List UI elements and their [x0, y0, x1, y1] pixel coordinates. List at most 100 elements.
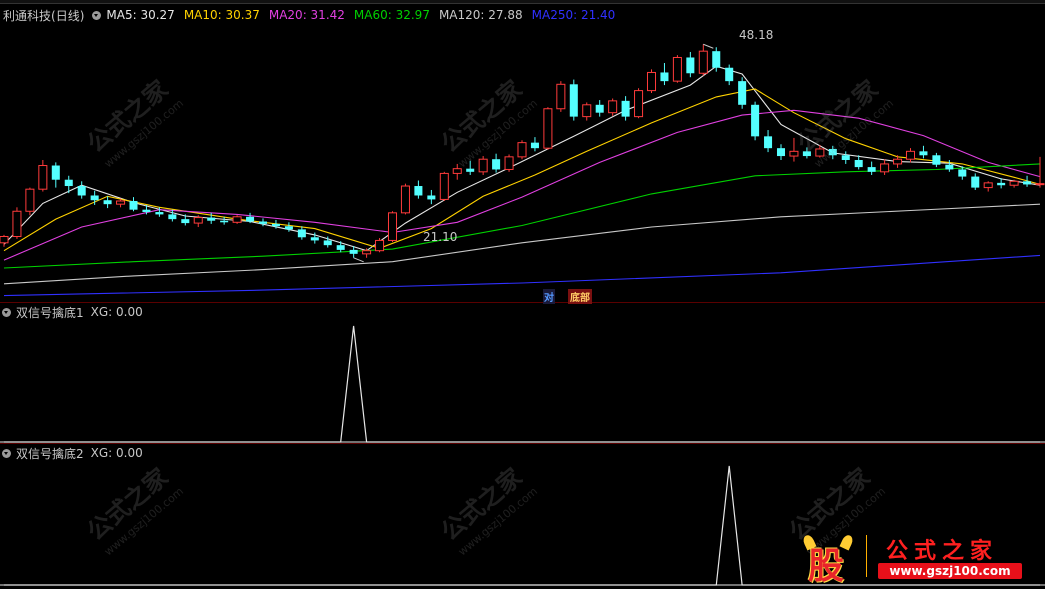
site-logo: 股 公式之家 www.gszj100.com: [801, 529, 1030, 587]
candlestick: [232, 215, 242, 224]
candlestick: [129, 197, 138, 212]
stock-name[interactable]: 利通科技: [3, 7, 51, 24]
candle-body: [919, 151, 928, 156]
candle-body: [1009, 180, 1019, 186]
candle-body: [297, 229, 306, 238]
indicator-2-value: XG: 0.00: [90, 446, 143, 460]
candlestick: [751, 101, 760, 141]
candle-body: [38, 165, 48, 190]
candlestick: [867, 161, 876, 175]
candle-body: [971, 176, 980, 188]
candle-body: [0, 235, 9, 244]
candlestick: [51, 162, 60, 188]
candle-body: [387, 212, 398, 241]
candle-body: [246, 216, 255, 222]
candle-body: [452, 168, 462, 174]
candlestick: [582, 102, 592, 121]
candle-body: [867, 167, 876, 172]
indicator-1-name[interactable]: 双信号擒底1: [16, 304, 84, 321]
candle-body: [646, 71, 657, 92]
candlestick: [880, 159, 890, 175]
candle-body: [880, 163, 890, 173]
candlestick: [478, 156, 488, 175]
candlestick: [530, 137, 539, 152]
indicator-panel-1-header: 双信号擒底1 XG: 0.00: [0, 303, 143, 321]
candle-body: [621, 100, 630, 117]
candle-body: [543, 108, 553, 149]
candlestick: [634, 88, 644, 119]
candlestick: [1023, 175, 1032, 187]
candle-body: [764, 136, 773, 149]
candle-body: [103, 200, 112, 205]
candle-body: [854, 160, 863, 168]
logo-url[interactable]: www.gszj100.com: [878, 563, 1022, 579]
signal-tag-2[interactable]: 底部: [568, 289, 592, 304]
candlestick: [764, 130, 773, 153]
candle-body: [362, 250, 372, 255]
candle-body: [155, 212, 164, 215]
candlestick: [854, 155, 863, 170]
candle-body: [698, 50, 708, 74]
ma60-label: MA60: 32.97: [353, 8, 430, 22]
candle-body: [893, 158, 903, 165]
candlestick: [621, 96, 630, 121]
high-price-annotation: 48.18: [739, 28, 774, 42]
dropdown-circle-icon[interactable]: [2, 307, 11, 317]
indicator-1-value: XG: 0.00: [90, 305, 143, 319]
candlestick: [660, 63, 669, 86]
candlestick: [297, 226, 306, 240]
candle-body: [90, 195, 99, 201]
candle-body: [660, 72, 669, 82]
candle-body: [116, 200, 126, 205]
candlestick: [387, 211, 398, 243]
candlestick: [439, 171, 449, 202]
candle-body: [1023, 181, 1032, 185]
candle-body: [582, 104, 592, 118]
candle-body: [414, 186, 423, 196]
candle-body: [466, 168, 475, 172]
ma-line-ma20: [3, 109, 1041, 261]
candle-body: [12, 210, 22, 237]
candle-body: [25, 188, 35, 212]
candle-body: [427, 195, 436, 200]
candle-body: [712, 51, 721, 68]
signal-tag-1[interactable]: 对: [543, 289, 555, 304]
candlestick: [569, 79, 578, 121]
candle-body: [569, 84, 578, 117]
candle-body: [478, 158, 488, 173]
candlestick: [672, 55, 682, 83]
dropdown-circle-icon[interactable]: [92, 10, 102, 20]
candle-body: [725, 67, 734, 82]
ma250-label: MA250: 21.40: [531, 8, 616, 22]
candlestick: [725, 64, 734, 86]
candlestick: [932, 152, 941, 168]
candle-body: [608, 100, 618, 114]
candle-body: [323, 240, 332, 246]
candle-body: [945, 164, 954, 170]
dropdown-circle-icon[interactable]: [2, 448, 11, 458]
candle-body: [64, 179, 73, 187]
candle-body: [193, 217, 203, 224]
candlestick: [12, 207, 22, 239]
candlestick: [698, 44, 708, 76]
candle-body: [672, 56, 682, 82]
candle-body: [51, 165, 60, 180]
candlestick: [25, 187, 35, 216]
indicator-2-name[interactable]: 双信号擒底2: [16, 445, 84, 462]
candlestick: [776, 144, 786, 160]
indicator-panel-2-header: 双信号擒底2 XG: 0.00: [0, 444, 143, 462]
candlestick: [414, 180, 423, 199]
candle-body: [336, 245, 345, 250]
candle-body: [997, 182, 1006, 186]
candle-body: [271, 223, 280, 227]
candle-body: [983, 182, 993, 189]
candle-body: [258, 221, 268, 224]
candlestick: [919, 145, 928, 159]
indicator-panel-1-plot: [0, 325, 1045, 443]
high-marker: [703, 43, 714, 49]
candle-body: [530, 142, 539, 149]
candle-body: [129, 201, 138, 210]
candlestick: [971, 173, 980, 190]
candlestick: [841, 151, 850, 164]
candlestick: [38, 160, 48, 192]
